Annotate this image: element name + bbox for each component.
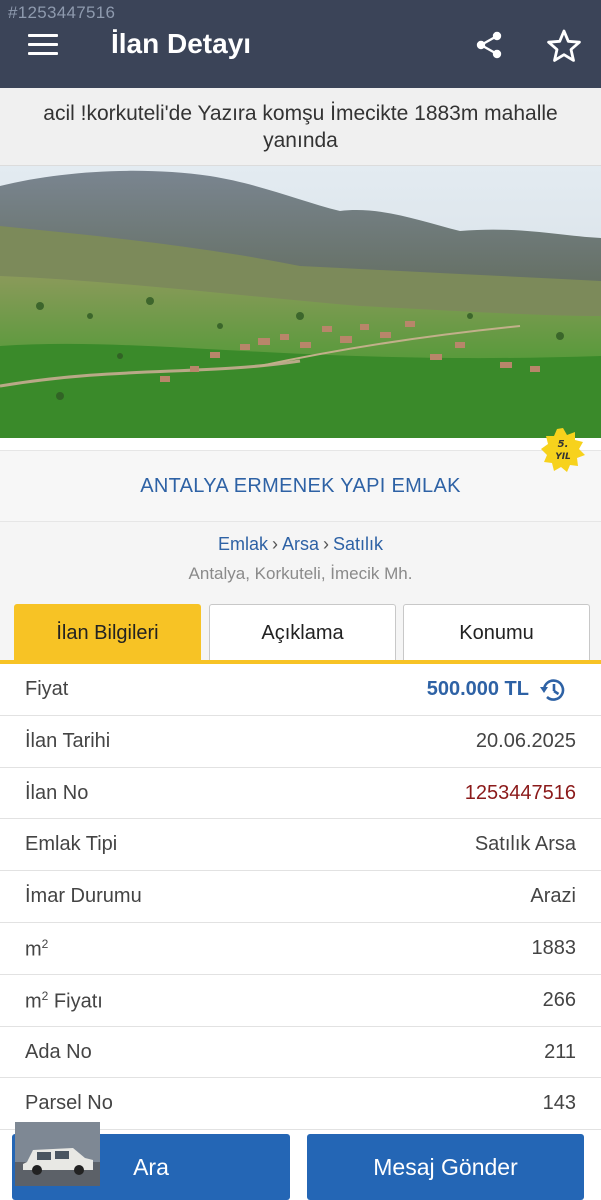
star-icon[interactable] xyxy=(546,28,582,64)
detail-row-zoning: İmar Durumu Arazi xyxy=(0,871,601,923)
detail-row-m2-price: m2 Fiyatı 266 xyxy=(0,974,601,1027)
listing-id-watermark: #1253447516 xyxy=(8,3,116,22)
badge-line1: 5. xyxy=(558,439,569,450)
detail-label: İlan Tarihi xyxy=(25,729,111,752)
detail-value: 266 xyxy=(542,988,576,1011)
breadcrumb: Emlak › Arsa › Satılık xyxy=(0,534,601,555)
page-title: İlan Detayı xyxy=(111,28,252,59)
detail-label: Ada No xyxy=(25,1040,92,1063)
detail-row-price: Fiyat 500.000 TL xyxy=(0,664,601,716)
listing-title-box: acil !korkuteli'de Yazıra komşu İmecikte… xyxy=(0,88,601,166)
breadcrumb-item-emlak[interactable]: Emlak xyxy=(218,534,268,554)
membership-year-badge: 5. YIL xyxy=(541,428,585,472)
price-value: 500.000 TL xyxy=(426,678,529,700)
detail-label: İlan No xyxy=(25,781,89,804)
detail-row-listing-no: İlan No 1253447516 xyxy=(0,767,601,820)
detail-label: İmar Durumu xyxy=(25,885,142,908)
detail-label: Fiyat xyxy=(25,678,69,700)
detail-value: 20.06.2025 xyxy=(475,729,576,752)
details-table: Fiyat 500.000 TL İlan Tarihi 20.06.2025 … xyxy=(0,664,601,1131)
detail-row-type: Emlak Tipi Satılık Arsa xyxy=(0,819,601,872)
car-thumbnail[interactable] xyxy=(15,1122,100,1186)
detail-value: 211 xyxy=(544,1040,576,1063)
detail-value: 1883 xyxy=(531,936,577,959)
tab-ilan-bilgileri[interactable]: İlan Bilgileri xyxy=(14,604,201,662)
detail-label: m2 xyxy=(25,936,49,961)
menu-icon[interactable] xyxy=(28,34,58,56)
detail-label: Parsel No xyxy=(25,1092,113,1115)
detail-value: Satılık Arsa xyxy=(474,833,576,856)
listing-number-value[interactable]: 1253447516 xyxy=(465,782,576,805)
listing-title: acil !korkuteli'de Yazıra komşu İmecikte… xyxy=(43,101,558,152)
price-history-icon[interactable] xyxy=(538,675,568,705)
chevron-right-icon: › xyxy=(323,534,329,554)
detail-label: Emlak Tipi xyxy=(25,833,118,856)
agency-name[interactable]: ANTALYA ERMENEK YAPI EMLAK xyxy=(140,475,461,498)
detail-row-ada: Ada No 211 xyxy=(0,1026,601,1079)
detail-value: 143 xyxy=(542,1092,576,1115)
tab-konumu[interactable]: Konumu xyxy=(403,604,590,662)
chevron-right-icon: › xyxy=(271,534,278,554)
detail-value: Arazi xyxy=(530,885,576,908)
agency-name-row[interactable]: ANTALYA ERMENEK YAPI EMLAK xyxy=(0,450,601,522)
listing-photo[interactable] xyxy=(0,166,601,438)
bottom-action-bar: Ara Mesaj Gönder xyxy=(0,1122,601,1200)
breadcrumb-item-arsa[interactable]: Arsa xyxy=(282,534,319,554)
send-message-button[interactable]: Mesaj Gönder xyxy=(307,1134,584,1200)
detail-row-m2: m2 1883 xyxy=(0,922,601,975)
location-text: Antalya, Korkuteli, İmecik Mh. xyxy=(188,564,413,583)
breadcrumb-item-satilik[interactable]: Satılık xyxy=(333,534,383,554)
detail-row-date: İlan Tarihi 20.06.2025 xyxy=(0,715,601,768)
share-icon[interactable] xyxy=(474,30,504,60)
tab-aciklama[interactable]: Açıklama xyxy=(209,604,396,662)
detail-label: m2 Fiyatı xyxy=(25,988,103,1013)
badge-line2: YIL xyxy=(555,452,571,462)
